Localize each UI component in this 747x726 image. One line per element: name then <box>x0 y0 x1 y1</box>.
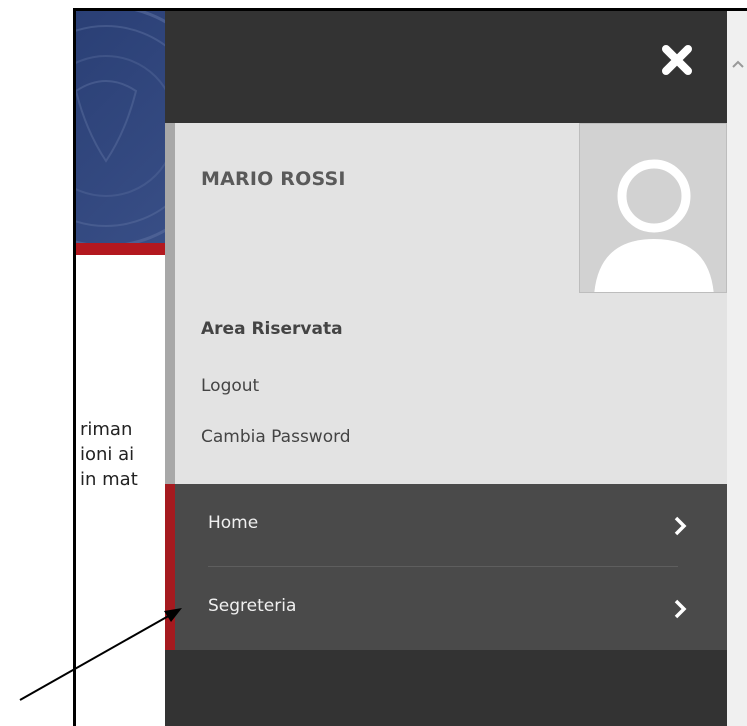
navigation-menu: Home Segreteria <box>165 484 727 650</box>
user-avatar-icon <box>594 159 714 292</box>
chevron-right-icon <box>674 516 687 536</box>
logout-link[interactable]: Logout <box>201 376 259 396</box>
close-icon <box>662 45 692 75</box>
menu-item-label: Home <box>208 513 259 533</box>
user-profile-section: MARIO ROSSI Area Riservata Logout Cambia… <box>165 123 727 484</box>
profile-stripe <box>165 123 175 484</box>
menu-item-label: Segreteria <box>208 596 297 616</box>
background-text-line: in mat <box>80 469 138 490</box>
menu-item-home[interactable]: Home <box>175 484 727 567</box>
scroll-up-arrow-icon[interactable] <box>731 57 745 71</box>
user-avatar <box>579 123 727 293</box>
reserved-area-title: Area Riservata <box>201 319 343 339</box>
background-text-line: riman <box>80 419 133 440</box>
user-name: MARIO ROSSI <box>201 168 346 190</box>
change-password-link[interactable]: Cambia Password <box>201 427 351 447</box>
menu-accent-bar <box>165 484 175 650</box>
scrollbar[interactable] <box>727 11 747 726</box>
menu-item-segreteria[interactable]: Segreteria <box>175 567 727 650</box>
screen-frame: riman ioni ai in mat MARIO ROSSI Area Ri… <box>73 8 747 726</box>
close-button[interactable] <box>652 35 702 85</box>
chevron-right-icon <box>674 599 687 619</box>
background-text-line: ioni ai <box>80 444 135 465</box>
side-menu-panel: MARIO ROSSI Area Riservata Logout Cambia… <box>165 11 727 726</box>
